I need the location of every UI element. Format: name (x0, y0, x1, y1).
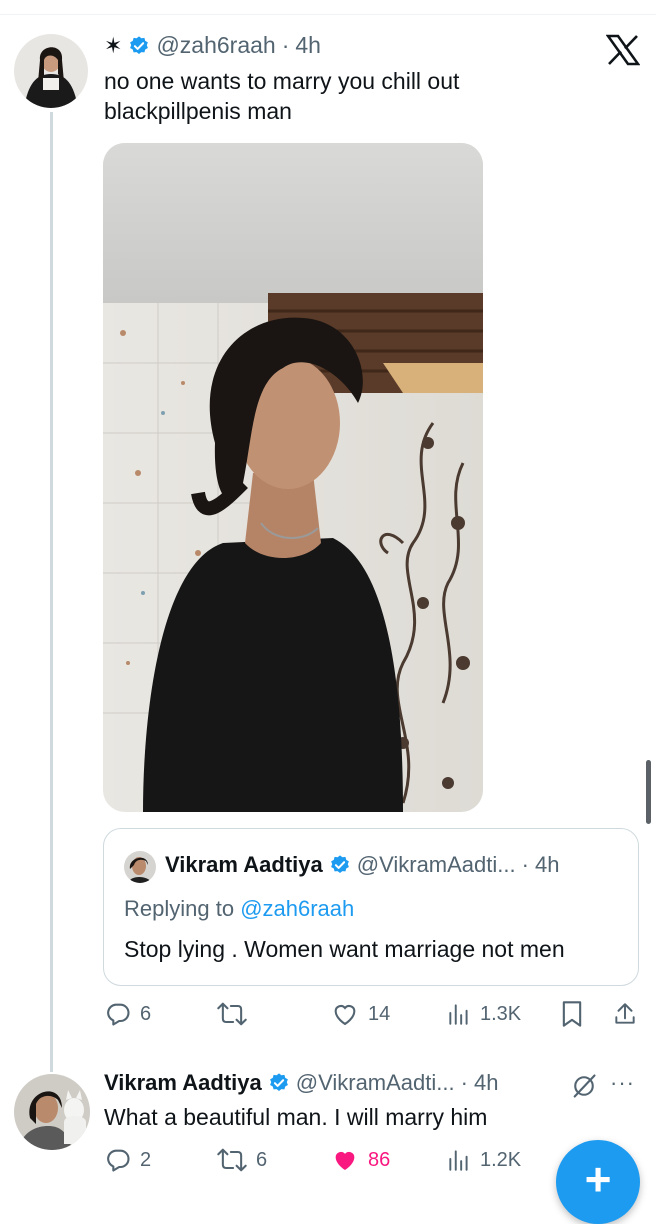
reply-button[interactable]: 2 (104, 1146, 151, 1174)
views-count: 1.3K (480, 1002, 522, 1025)
avatar[interactable] (14, 34, 88, 108)
tweet-photo[interactable] (103, 143, 483, 812)
reply-button[interactable]: 6 (104, 1000, 151, 1028)
share-button[interactable] (612, 1000, 638, 1028)
repost-count: 6 (256, 1148, 268, 1171)
replying-to-label: Replying to (124, 896, 241, 921)
reply-count: 2 (140, 1148, 152, 1171)
repost-icon (216, 1146, 248, 1174)
bookmark-button[interactable] (560, 1000, 584, 1028)
quote-author-name[interactable]: Vikram Aadtiya (165, 852, 323, 878)
views-icon (446, 1000, 472, 1028)
views-button[interactable]: 1.2K (446, 1146, 521, 1174)
reply-icon (104, 1146, 132, 1174)
quote-author-handle[interactable]: @VikramAadti... (357, 852, 516, 878)
tweet-text-line: blackpillpenis man (104, 98, 292, 124)
reply-author-name[interactable]: Vikram Aadtiya (104, 1070, 262, 1096)
replying-to-handle[interactable]: @zah6raah (240, 896, 354, 921)
repost-button[interactable] (216, 1000, 248, 1028)
dot-separator: · (281, 32, 290, 58)
x-logo-icon[interactable] (605, 34, 641, 66)
share-icon (612, 1000, 638, 1028)
tweet-time[interactable]: 4h (295, 32, 321, 59)
tweet-action-bar: 6 14 1.3K (0, 1000, 656, 1034)
quote-text: Stop lying . Women want marriage not men (124, 936, 565, 962)
dot-separator: · (521, 852, 529, 877)
like-button[interactable]: 86 (330, 1146, 390, 1174)
star-icon: ✶ (104, 32, 123, 58)
reply-icon (104, 1000, 132, 1028)
verified-badge-icon (128, 35, 150, 57)
avatar[interactable] (124, 851, 156, 883)
views-count: 1.2K (480, 1148, 522, 1171)
verified-badge-icon (329, 854, 351, 876)
more-icon[interactable]: ··· (610, 1070, 635, 1096)
repost-icon (216, 1000, 248, 1028)
dot-separator: · (460, 1070, 468, 1095)
compose-button[interactable]: + (556, 1140, 640, 1224)
tweet-text: no one wants to marry you chill out blac… (104, 66, 624, 126)
tweet-header: ✶ @zah6raah · 4h (104, 32, 321, 59)
reply-time[interactable]: 4h (474, 1070, 498, 1096)
views-button[interactable]: 1.3K (446, 1000, 521, 1028)
grok-icon[interactable] (570, 1072, 598, 1105)
replying-to: Replying to @zah6raah (124, 896, 354, 922)
tweet-text-line: no one wants to marry you chill out (104, 68, 460, 94)
reply-count: 6 (140, 1002, 152, 1025)
plus-icon: + (584, 1153, 612, 1205)
reply-header: Vikram Aadtiya @VikramAadti... · 4h (104, 1070, 498, 1096)
like-icon (330, 1000, 360, 1028)
quote-time: 4h (534, 852, 560, 877)
like-count: 86 (368, 1148, 391, 1171)
quote-header: Vikram Aadtiya @VikramAadti... · 4h (165, 852, 559, 878)
views-icon (446, 1146, 472, 1174)
tweet-handle[interactable]: @zah6raah (156, 32, 275, 59)
verified-badge-icon (268, 1072, 290, 1094)
avatar[interactable] (14, 1074, 90, 1150)
reply-text: What a beautiful man. I will marry him (104, 1104, 488, 1130)
bookmark-icon (560, 1000, 584, 1028)
like-count: 14 (368, 1002, 391, 1025)
top-divider (0, 14, 656, 15)
scrollbar[interactable] (646, 760, 651, 824)
reply-author-handle[interactable]: @VikramAadti... (296, 1070, 455, 1096)
thread-connector-line (50, 112, 53, 1072)
like-icon (330, 1146, 360, 1174)
like-button[interactable]: 14 (330, 1000, 390, 1028)
repost-button[interactable]: 6 (216, 1146, 267, 1174)
